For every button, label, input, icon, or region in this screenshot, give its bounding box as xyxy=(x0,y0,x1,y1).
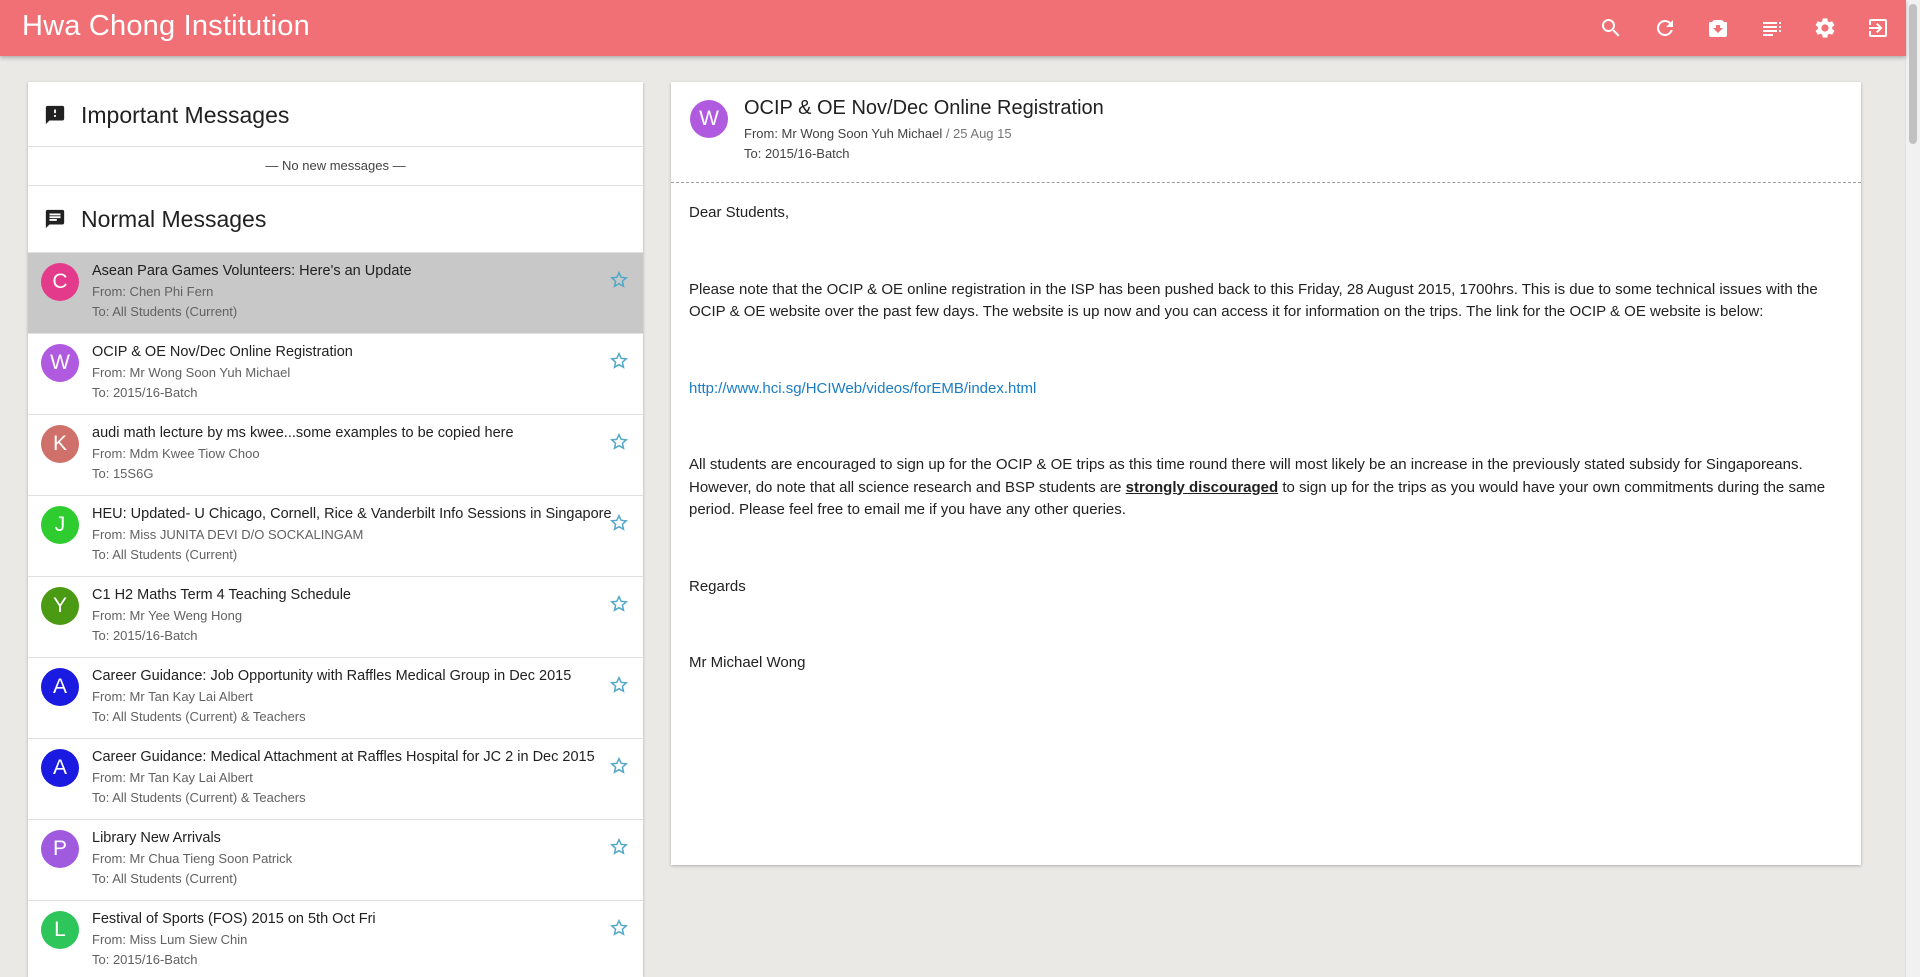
message-recipients: To: All Students (Current) xyxy=(92,304,238,319)
no-messages-text: — No new messages — xyxy=(265,158,406,173)
sender-avatar: L xyxy=(41,911,79,949)
message-subject: OCIP & OE Nov/Dec Online Registration xyxy=(744,97,1104,119)
message-date: / 25 Aug 15 xyxy=(942,126,1012,141)
star-icon[interactable] xyxy=(609,432,629,452)
important-section-title: Important Messages xyxy=(81,102,290,128)
sender-avatar: W xyxy=(41,344,79,382)
message-list-item[interactable]: W OCIP & OE Nov/Dec Online Registration Fr… xyxy=(28,334,643,415)
important-feedback-icon xyxy=(44,104,66,126)
sender-avatar: W xyxy=(690,100,728,138)
message-subject: Career Guidance: Medical Attachment at R… xyxy=(92,749,595,765)
star-icon[interactable] xyxy=(609,351,629,371)
star-icon[interactable] xyxy=(609,675,629,695)
list-icon[interactable] xyxy=(1758,14,1786,42)
sender-avatar: Y xyxy=(41,587,79,625)
sender-avatar: A xyxy=(41,749,79,787)
settings-icon[interactable] xyxy=(1811,14,1839,42)
message-subject: Career Guidance: Job Opportunity with Ra… xyxy=(92,668,572,684)
star-icon[interactable] xyxy=(609,756,629,776)
message-list: C Asean Para Games Volunteers: Here's an … xyxy=(28,253,643,977)
star-icon[interactable] xyxy=(609,918,629,938)
sender-avatar: K xyxy=(41,425,79,463)
message-sender: From: Mdm Kwee Tiow Choo xyxy=(92,446,260,461)
message-list-item[interactable]: A Career Guidance: Job Opportunity with R… xyxy=(28,658,643,739)
message-recipients: To: 2015/16-Batch xyxy=(92,628,198,643)
message-from: From: Mr Wong Soon Yuh Michael / 25 Aug … xyxy=(744,126,1012,141)
message-subject: Library New Arrivals xyxy=(92,830,221,846)
search-icon[interactable] xyxy=(1597,14,1625,42)
archive-icon[interactable] xyxy=(1704,14,1732,42)
message-list-item[interactable]: Kaudi math lecture by ms kwee...some exa… xyxy=(28,415,643,496)
message-sender: From: Mr Wong Soon Yuh Michael xyxy=(744,126,943,141)
message-recipients: To: 15S6G xyxy=(92,466,154,481)
sender-avatar: P xyxy=(41,830,79,868)
message-paragraph: All students are encouraged to sign up f… xyxy=(689,454,1839,522)
message-sender: From: Chen Phi Fern xyxy=(92,284,214,299)
message-sender: From: Mr Yee Weng Hong xyxy=(92,608,243,623)
message-list-item[interactable]: J HEU: Updated- U Chicago, Cornell, Rice … xyxy=(28,496,643,577)
message-sender: From: Miss JUNITA DEVI D/O SOCKALINGAM xyxy=(92,527,364,542)
message-subject: HEU: Updated- U Chicago, Cornell, Rice &… xyxy=(92,506,612,522)
message-list-item[interactable]: Y C1 H2 Maths Term 4 Teaching Schedule Fro… xyxy=(28,577,643,658)
message-recipients: To: 2015/16-Batch xyxy=(92,385,198,400)
message-recipients: To: All Students (Current) xyxy=(92,871,238,886)
message-list-item[interactable]: C Asean Para Games Volunteers: Here's an … xyxy=(28,253,643,334)
scrollbar-thumb[interactable] xyxy=(1909,4,1917,144)
sender-avatar: C xyxy=(41,263,79,301)
message-paragraph: Please note that the OCIP & OE online re… xyxy=(689,280,1818,321)
message-greeting: Dear Students, xyxy=(689,204,790,221)
message-subject: OCIP & OE Nov/Dec Online Registration xyxy=(92,344,353,360)
message-recipients: To: All Students (Current) xyxy=(92,547,238,562)
message-recipients: To: 2015/16-Batch xyxy=(744,146,850,161)
star-icon[interactable] xyxy=(609,270,629,290)
message-sender: From: Mr Tan Kay Lai Albert xyxy=(92,770,253,785)
message-recipients: To: All Students (Current) & Teachers xyxy=(92,790,306,805)
message-recipients: To: All Students (Current) & Teachers xyxy=(92,709,306,724)
message-signature: Mr Michael Wong xyxy=(689,654,806,671)
important-section-header: Important Messages xyxy=(28,82,643,146)
message-sender: From: Miss Lum Siew Chin xyxy=(92,932,248,947)
message-subject: C1 H2 Maths Term 4 Teaching Schedule xyxy=(92,587,351,603)
normal-section-title: Normal Messages xyxy=(81,206,267,232)
message-subject: Festival of Sports (FOS) 2015 on 5th Oct… xyxy=(92,911,376,927)
message-regards: Regards xyxy=(689,577,746,595)
message-subject: audi math lecture by ms kwee...some exam… xyxy=(92,425,514,441)
app-title: Hwa Chong Institution xyxy=(22,10,310,42)
logout-icon[interactable] xyxy=(1864,14,1892,42)
page-scrollbar[interactable] xyxy=(1905,0,1920,977)
message-subject: Asean Para Games Volunteers: Here's an U… xyxy=(92,263,412,279)
message-sender: From: Mr Chua Tieng Soon Patrick xyxy=(92,851,293,866)
message-sender: From: Mr Tan Kay Lai Albert xyxy=(92,689,253,704)
sender-avatar: J xyxy=(41,506,79,544)
message-recipients: To: 2015/16-Batch xyxy=(92,952,198,967)
message-list-item[interactable]: A Career Guidance: Medical Attachment at … xyxy=(28,739,643,820)
emphasis-text: strongly discouraged xyxy=(1125,478,1279,496)
sender-avatar: A xyxy=(41,668,79,706)
message-body: Dear Students, Please note that the OCIP… xyxy=(689,202,1839,675)
star-icon[interactable] xyxy=(609,513,629,533)
normal-section-header: Normal Messages xyxy=(28,186,643,252)
star-icon[interactable] xyxy=(609,837,629,857)
message-list-item[interactable]: L Festival of Sports (FOS) 2015 on 5th Oc… xyxy=(28,901,643,977)
message-list-panel: Important Messages — No new messages — N… xyxy=(28,82,643,977)
message-sender: From: Mr Wong Soon Yuh Michael xyxy=(92,365,291,380)
message-detail-panel: W OCIP & OE Nov/Dec Online Registration … xyxy=(671,82,1861,865)
message-detail-header: W OCIP & OE Nov/Dec Online Registration … xyxy=(671,82,1861,183)
message-list-item[interactable]: P Library New Arrivals From: Mr Chua Tieng… xyxy=(28,820,643,901)
app-header: Hwa Chong Institution xyxy=(0,0,1906,56)
refresh-icon[interactable] xyxy=(1651,14,1679,42)
ocip-website-link[interactable]: http://www.hci.sg/HCIWeb/videos/forEMB/i… xyxy=(689,380,1036,397)
chat-icon xyxy=(44,208,66,230)
star-icon[interactable] xyxy=(609,594,629,614)
